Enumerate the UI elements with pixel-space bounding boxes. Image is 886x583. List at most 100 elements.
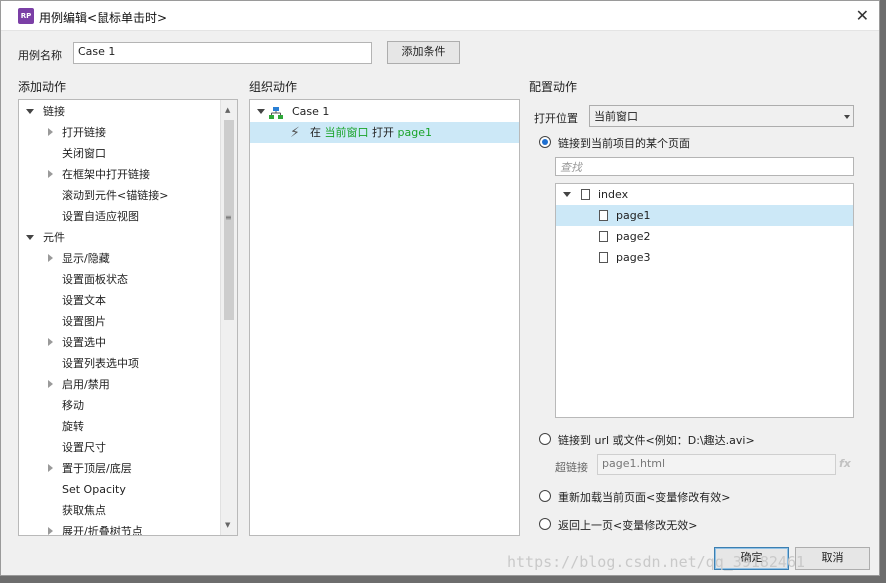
action-tree-item[interactable]: 设置图片 (19, 311, 219, 332)
radio-link-page[interactable] (539, 136, 551, 148)
page-icon (599, 231, 608, 242)
case-label: Case 1 (292, 105, 330, 118)
add-actions-header: 添加动作 (18, 80, 67, 94)
pages-tree-item-page3[interactable]: page3 (556, 247, 853, 268)
action-tree-item[interactable]: 移动 (19, 395, 219, 416)
page-search-input[interactable]: 查找 (555, 157, 854, 176)
open-in-value: 当前窗口 (594, 110, 638, 123)
radio-reload-page[interactable] (539, 490, 551, 502)
action-text: 在 当前窗口 打开 page1 (310, 126, 432, 139)
title-bar: RP 用例编辑<鼠标单击时> ✕ (1, 1, 879, 31)
action-tree-label: 在框架中打开链接 (62, 168, 150, 181)
action-tree-label: Set Opacity (62, 483, 126, 496)
action-tree-label: 设置选中 (62, 336, 106, 349)
scroll-grip-icon: ≡ (225, 213, 232, 222)
action-target: 当前窗口 (324, 126, 369, 139)
page-label: page3 (616, 251, 651, 264)
hyperlink-input[interactable]: page1.html (597, 454, 836, 475)
action-tree-label: 元件 (43, 231, 65, 244)
window-title: 用例编辑<鼠标单击时> (39, 11, 168, 25)
pages-tree: index page1 page2 page3 (555, 183, 854, 418)
radio-link-url[interactable] (539, 433, 551, 445)
pages-tree-root[interactable]: index (556, 184, 853, 205)
expand-arrow-icon[interactable] (563, 192, 571, 197)
action-tree-label: 关闭窗口 (62, 147, 106, 160)
action-tree-item[interactable]: 启用/禁用 (19, 374, 219, 395)
page-label: page1 (616, 209, 651, 222)
action-tree-label: 设置自适应视图 (62, 210, 139, 223)
chevron-down-icon[interactable] (844, 115, 850, 119)
action-tree-label: 设置列表选中项 (62, 357, 139, 370)
action-tree-label: 滚动到元件<锚链接> (62, 189, 169, 202)
action-tree-item[interactable]: 滚动到元件<锚链接> (19, 185, 219, 206)
collapse-arrow-icon[interactable] (48, 170, 53, 178)
pages-tree-item-page2[interactable]: page2 (556, 226, 853, 247)
action-tree-item[interactable]: 关闭窗口 (19, 143, 219, 164)
action-tree-item[interactable]: 显示/隐藏 (19, 248, 219, 269)
action-tree-item[interactable]: 在框架中打开链接 (19, 164, 219, 185)
action-tree-item[interactable]: 设置选中 (19, 332, 219, 353)
action-tree-item[interactable]: 设置面板状态 (19, 269, 219, 290)
radio-go-back[interactable] (539, 518, 551, 530)
add-condition-button[interactable]: 添加条件 (387, 41, 460, 64)
page-label: page2 (616, 230, 651, 243)
action-tree-item[interactable]: 设置自适应视图 (19, 206, 219, 227)
actions-scrollbar[interactable]: ▲ ≡ ▼ (220, 100, 237, 535)
fx-button[interactable]: fx (839, 457, 851, 470)
action-tree-label: 启用/禁用 (62, 378, 110, 391)
case-name-input[interactable]: Case 1 (73, 42, 372, 64)
axure-rp-app-icon: RP (18, 8, 34, 24)
action-tree-item[interactable]: 设置尺寸 (19, 437, 219, 458)
action-tree-item[interactable]: 设置列表选中项 (19, 353, 219, 374)
collapse-arrow-icon[interactable] (48, 527, 53, 535)
collapse-arrow-icon[interactable] (48, 128, 53, 136)
cancel-button[interactable]: 取消 (795, 547, 870, 570)
hyperlink-label: 超链接 (555, 461, 588, 474)
organize-actions-tree: Case 1 ⚡ 在 当前窗口 打开 page1 (249, 99, 520, 536)
collapse-arrow-icon[interactable] (48, 254, 53, 262)
option-reload-label: 重新加载当前页面<变量修改有效> (558, 491, 731, 504)
action-tree-item[interactable]: 链接 (19, 101, 219, 122)
action-tree-label: 展开/折叠树节点 (62, 525, 143, 536)
action-tree-label: 设置文本 (62, 294, 106, 307)
option-link-page-label: 链接到当前项目的某个页面 (558, 137, 690, 150)
organize-actions-header: 组织动作 (249, 80, 298, 94)
case-row[interactable]: Case 1 (250, 101, 519, 122)
page-icon (599, 252, 608, 263)
scroll-up-icon[interactable]: ▲ (225, 106, 230, 114)
root-page-label: index (598, 188, 629, 201)
action-tree-item[interactable]: 打开链接 (19, 122, 219, 143)
open-in-select[interactable]: 当前窗口 (589, 105, 854, 127)
action-tree-item[interactable]: 设置文本 (19, 290, 219, 311)
action-tree-label: 打开链接 (62, 126, 106, 139)
action-tree-item[interactable]: 展开/折叠树节点 (19, 521, 219, 536)
close-icon[interactable]: ✕ (856, 6, 869, 25)
action-row[interactable]: ⚡ 在 当前窗口 打开 page1 (250, 122, 519, 143)
expand-arrow-icon[interactable] (26, 235, 34, 240)
action-tree-item[interactable]: Set Opacity (19, 479, 219, 500)
pages-tree-item-page1[interactable]: page1 (556, 205, 853, 226)
lightning-icon: ⚡ (290, 125, 300, 141)
collapse-arrow-icon[interactable] (48, 380, 53, 388)
action-tree-item[interactable]: 元件 (19, 227, 219, 248)
option-link-url-label: 链接到 url 或文件<例如：D:\趣达.avi> (558, 434, 755, 447)
scroll-down-icon[interactable]: ▼ (225, 521, 230, 529)
case-editor-dialog: RP 用例编辑<鼠标单击时> ✕ 用例名称 Case 1 添加条件 添加动作 组… (0, 0, 880, 576)
collapse-arrow-icon[interactable] (48, 464, 53, 472)
collapse-arrow-icon[interactable] (48, 338, 53, 346)
case-name-label: 用例名称 (18, 49, 62, 62)
case-flow-icon (269, 105, 283, 119)
action-tree-label: 获取焦点 (62, 504, 106, 517)
option-back-label: 返回上一页<变量修改无效> (558, 519, 698, 532)
add-actions-tree: 链接打开链接关闭窗口在框架中打开链接滚动到元件<锚链接> 设置自适应视图元件显示/… (18, 99, 238, 536)
watermark-text: https://blog.csdn.net/qq_39182461 (507, 553, 806, 571)
action-tree-item[interactable]: 置于顶层/底层 (19, 458, 219, 479)
page-icon (599, 210, 608, 221)
action-tree-label: 设置图片 (62, 315, 106, 328)
expand-arrow-icon[interactable] (26, 109, 34, 114)
action-tree-item[interactable]: 获取焦点 (19, 500, 219, 521)
expand-arrow-icon[interactable] (257, 109, 265, 114)
action-tree-item[interactable]: 旋转 (19, 416, 219, 437)
action-tree-label: 显示/隐藏 (62, 252, 110, 265)
action-tree-label: 设置面板状态 (62, 273, 128, 286)
